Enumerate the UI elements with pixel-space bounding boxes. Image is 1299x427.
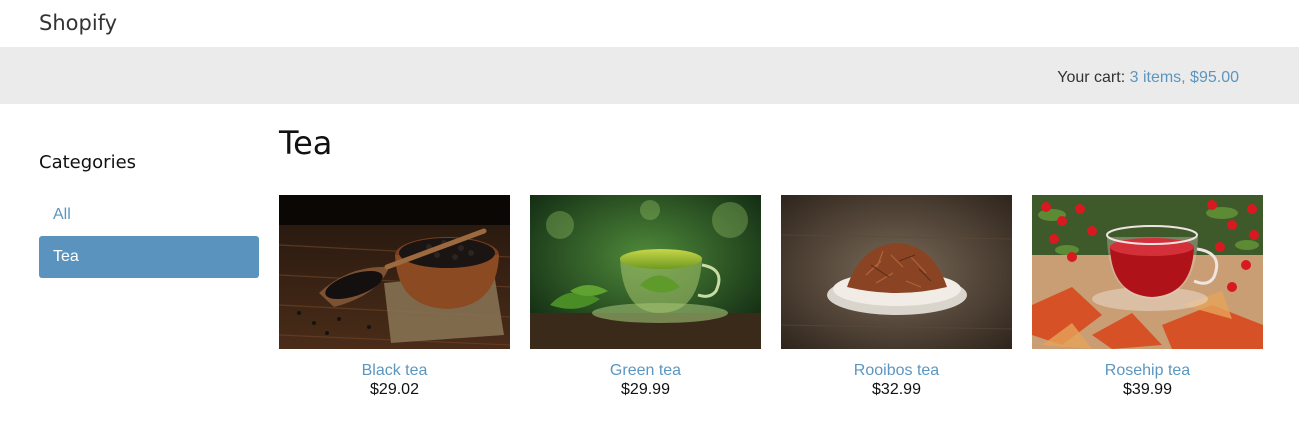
- rooibos-tea-image[interactable]: [781, 195, 1012, 349]
- black-tea-bowl-image: [279, 195, 510, 349]
- cart-summary: Your cart: 3 items, $95.00: [1057, 69, 1239, 87]
- rooibos-tea-dish-image: [781, 195, 1012, 349]
- black-tea-image[interactable]: [279, 195, 510, 349]
- product-card: Black tea $29.02: [279, 195, 510, 399]
- product-name-link[interactable]: Rooibos tea: [781, 362, 1012, 380]
- product-price: $29.99: [621, 381, 670, 398]
- cart-bar: Your cart: 3 items, $95.00: [0, 47, 1299, 104]
- product-card: Green tea $29.99: [530, 195, 761, 399]
- categories-heading: Categories: [39, 152, 137, 173]
- product-name-link[interactable]: Rosehip tea: [1032, 362, 1263, 380]
- top-navbar: Shopify: [0, 0, 1299, 47]
- product-price: $32.99: [872, 381, 921, 398]
- brand-link[interactable]: Shopify: [39, 11, 117, 35]
- product-listing: Tea Black tea $29.02 Green tea $29.99 Ro…: [279, 124, 1269, 399]
- product-card: Rooibos tea $32.99: [781, 195, 1012, 399]
- cart-link[interactable]: 3 items, $95.00: [1130, 69, 1239, 86]
- green-tea-cup-image: [530, 195, 761, 349]
- product-grid: Black tea $29.02 Green tea $29.99 Rooibo…: [279, 195, 1269, 399]
- page-title: Tea: [279, 124, 333, 162]
- product-price: $29.02: [370, 381, 419, 398]
- product-card: Rosehip tea $39.99: [1032, 195, 1263, 399]
- rosehip-tea-cup-image: [1032, 195, 1263, 349]
- rosehip-tea-image[interactable]: [1032, 195, 1263, 349]
- category-item-tea[interactable]: Tea: [39, 236, 259, 278]
- categories-sidebar: Categories All Tea: [39, 152, 259, 278]
- product-price: $39.99: [1123, 381, 1172, 398]
- green-tea-image[interactable]: [530, 195, 761, 349]
- cart-label: Your cart:: [1057, 69, 1126, 86]
- product-name-link[interactable]: Black tea: [279, 362, 510, 380]
- category-item-all[interactable]: All: [39, 194, 259, 236]
- product-name-link[interactable]: Green tea: [530, 362, 761, 380]
